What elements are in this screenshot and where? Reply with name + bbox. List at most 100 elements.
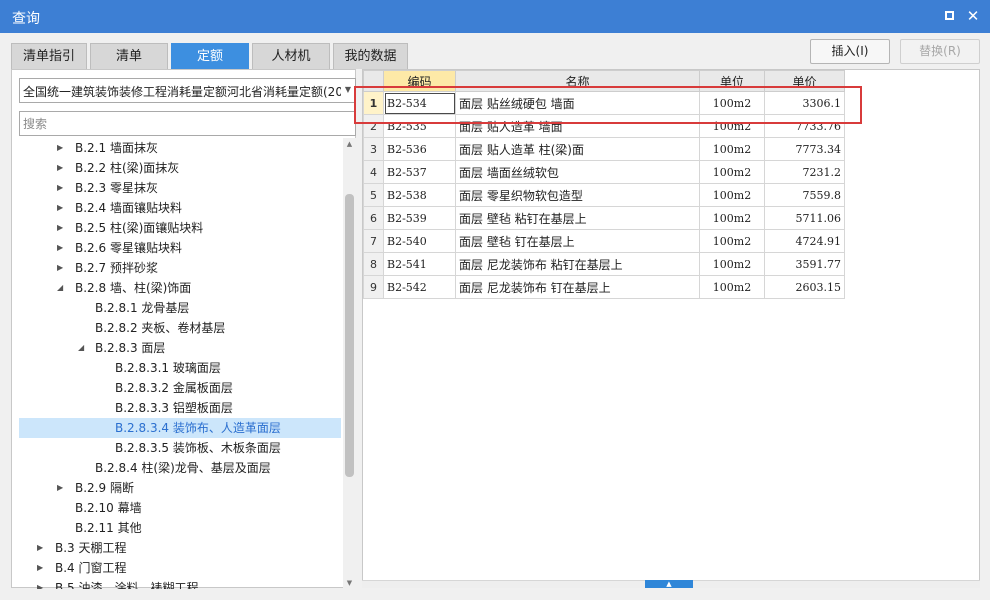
- tree-node[interactable]: B.2.8.3.3 铝塑板面层: [19, 398, 341, 418]
- expand-icon[interactable]: ▶: [57, 218, 67, 238]
- tree-node[interactable]: B.2.10 幕墙: [19, 498, 341, 518]
- cell-unit[interactable]: 100m2: [699, 206, 765, 230]
- tab-bill-guide[interactable]: 清单指引: [11, 43, 87, 69]
- tree-node-label: B.2.10 幕墙: [75, 501, 142, 515]
- table-row[interactable]: 6 B2-539 面层 壁毡 粘钉在基层上 100m2 5711.06: [363, 206, 845, 230]
- cell-name[interactable]: 面层 尼龙装饰布 钉在基层上: [455, 275, 700, 299]
- cell-price[interactable]: 7559.8: [764, 183, 845, 207]
- tree-node[interactable]: ▶ B.2.7 预拌砂浆: [19, 258, 341, 278]
- cell-name[interactable]: 面层 壁毡 粘钉在基层上: [455, 206, 700, 230]
- expand-icon[interactable]: ▶: [37, 558, 47, 578]
- table-row[interactable]: 7 B2-540 面层 壁毡 钉在基层上 100m2 4724.91: [363, 229, 845, 253]
- scrollbar-thumb[interactable]: [345, 194, 354, 477]
- tree-node[interactable]: B.2.8.3.2 金属板面层: [19, 378, 341, 398]
- expand-icon[interactable]: ▶: [57, 258, 67, 278]
- tree-node[interactable]: ▶ B.2.2 柱(梁)面抹灰: [19, 158, 341, 178]
- cell-unit[interactable]: 100m2: [699, 252, 765, 276]
- tree-node[interactable]: ◢ B.2.8 墙、柱(梁)饰面: [19, 278, 341, 298]
- row-number: 9: [363, 275, 384, 299]
- cell-price[interactable]: 7231.2: [764, 160, 845, 184]
- cell-price[interactable]: 2603.15: [764, 275, 845, 299]
- row-number: 4: [363, 160, 384, 184]
- collapse-icon[interactable]: ◢: [78, 338, 88, 358]
- tab-my-data[interactable]: 我的数据: [333, 43, 408, 69]
- tree-node-label: B.2.8 墙、柱(梁)饰面: [75, 281, 192, 295]
- expand-icon[interactable]: ▶: [37, 538, 47, 558]
- collapse-icon[interactable]: ◢: [57, 278, 67, 298]
- cell-unit[interactable]: 100m2: [699, 183, 765, 207]
- tree-node-label: B.3 天棚工程: [55, 541, 127, 555]
- table-row[interactable]: 5 B2-538 面层 零星织物软包造型 100m2 7559.8: [363, 183, 845, 207]
- quota-library-select[interactable]: 全国统一建筑装饰装修工程消耗量定额河北省消耗量定额(2012) ▼: [19, 78, 356, 103]
- tree-node-label: B.5 油漆、涂料、裱糊工程: [55, 581, 199, 589]
- grid-splitter[interactable]: ▲: [362, 580, 980, 588]
- cell-price[interactable]: 3591.77: [764, 252, 845, 276]
- cell-name[interactable]: 面层 壁毡 钉在基层上: [455, 229, 700, 253]
- expand-icon[interactable]: ▶: [57, 198, 67, 218]
- expand-icon[interactable]: ▶: [57, 158, 67, 178]
- insert-button[interactable]: 插入(I): [810, 39, 890, 64]
- expand-icon[interactable]: ▶: [37, 578, 47, 589]
- search-input[interactable]: [19, 111, 356, 136]
- cell-name[interactable]: 面层 尼龙装饰布 粘钉在基层上: [455, 252, 700, 276]
- tree-node[interactable]: ▶ B.5 油漆、涂料、裱糊工程: [19, 578, 341, 589]
- cell-code[interactable]: B2-540: [383, 229, 456, 253]
- tree-node[interactable]: ▶ B.3 天棚工程: [19, 538, 341, 558]
- tree-node[interactable]: ▶ B.2.1 墙面抹灰: [19, 138, 341, 158]
- tab-quota[interactable]: 定额: [171, 43, 249, 69]
- cell-code[interactable]: B2-537: [383, 160, 456, 184]
- cell-unit[interactable]: 100m2: [699, 160, 765, 184]
- table-row[interactable]: 3 B2-536 面层 贴人造革 柱(梁)面 100m2 7773.34: [363, 137, 845, 161]
- tab-bill[interactable]: 清单: [90, 43, 168, 69]
- tree-node[interactable]: ▶ B.4 门窗工程: [19, 558, 341, 578]
- tree-node[interactable]: B.2.8.2 夹板、卷材基层: [19, 318, 341, 338]
- cell-unit[interactable]: 100m2: [699, 229, 765, 253]
- cell-name[interactable]: 面层 贴人造革 柱(梁)面: [455, 137, 700, 161]
- tree-node-label: B.2.8.2 夹板、卷材基层: [95, 321, 226, 335]
- expand-icon[interactable]: ▶: [57, 238, 67, 258]
- chevron-up-icon[interactable]: ▲: [645, 580, 693, 588]
- tree-node-selected[interactable]: B.2.8.3.4 装饰布、人造革面层: [19, 418, 341, 438]
- tree-node[interactable]: ◢ B.2.8.3 面层: [19, 338, 341, 358]
- cell-price[interactable]: 7773.34: [764, 137, 845, 161]
- cell-code[interactable]: B2-536: [383, 137, 456, 161]
- tree-node[interactable]: ▶ B.2.4 墙面镶贴块料: [19, 198, 341, 218]
- quota-results-panel: 编码 名称 单位 单价 1 B2-534 面层 贴丝绒硬包 墙面 100m2 3…: [362, 69, 980, 588]
- cell-name[interactable]: 面层 墙面丝绒软包: [455, 160, 700, 184]
- cell-code[interactable]: B2-542: [383, 275, 456, 299]
- tree-node[interactable]: B.2.8.1 龙骨基层: [19, 298, 341, 318]
- table-row[interactable]: 4 B2-537 面层 墙面丝绒软包 100m2 7231.2: [363, 160, 845, 184]
- expand-icon[interactable]: ▶: [57, 178, 67, 198]
- cell-code[interactable]: B2-541: [383, 252, 456, 276]
- tree-node[interactable]: ▶ B.2.5 柱(梁)面镶贴块料: [19, 218, 341, 238]
- cell-unit[interactable]: 100m2: [699, 137, 765, 161]
- tree-node[interactable]: B.2.8.3.1 玻璃面层: [19, 358, 341, 378]
- tree-node[interactable]: ▶ B.2.3 零星抹灰: [19, 178, 341, 198]
- cell-unit[interactable]: 100m2: [699, 275, 765, 299]
- cell-price[interactable]: 4724.91: [764, 229, 845, 253]
- tab-labor-material[interactable]: 人材机: [252, 43, 330, 69]
- window-title: 查询: [12, 11, 40, 27]
- cell-code[interactable]: B2-538: [383, 183, 456, 207]
- cell-price[interactable]: 5711.06: [764, 206, 845, 230]
- table-row[interactable]: 9 B2-542 面层 尼龙装饰布 钉在基层上 100m2 2603.15: [363, 275, 845, 299]
- replace-button[interactable]: 替换(R): [900, 39, 980, 64]
- tree-node[interactable]: B.2.11 其他: [19, 518, 341, 538]
- quota-tree-panel: 全国统一建筑装饰装修工程消耗量定额河北省消耗量定额(2012) ▼ ▶ B.2.1…: [11, 69, 356, 589]
- table-row[interactable]: 8 B2-541 面层 尼龙装饰布 粘钉在基层上 100m2 3591.77: [363, 252, 845, 276]
- scroll-up-icon[interactable]: ▲: [343, 138, 356, 150]
- tree-node[interactable]: B.2.8.3.5 装饰板、木板条面层: [19, 438, 341, 458]
- scroll-down-icon[interactable]: ▼: [343, 577, 356, 589]
- close-button[interactable]: ✕: [965, 8, 981, 24]
- tree-node[interactable]: ▶ B.2.9 隔断: [19, 478, 341, 498]
- tree-node[interactable]: B.2.8.4 柱(梁)龙骨、基层及面层: [19, 458, 341, 478]
- tree-scrollbar[interactable]: ▲ ▼: [343, 138, 356, 589]
- expand-icon[interactable]: ▶: [57, 138, 67, 158]
- highlight-annotation: [354, 86, 862, 124]
- expand-icon[interactable]: ▶: [57, 478, 67, 498]
- cell-code[interactable]: B2-539: [383, 206, 456, 230]
- restore-button[interactable]: [941, 8, 957, 24]
- cell-name[interactable]: 面层 零星织物软包造型: [455, 183, 700, 207]
- tree-node-label: B.2.6 零星镶贴块料: [75, 241, 182, 255]
- tree-node[interactable]: ▶ B.2.6 零星镶贴块料: [19, 238, 341, 258]
